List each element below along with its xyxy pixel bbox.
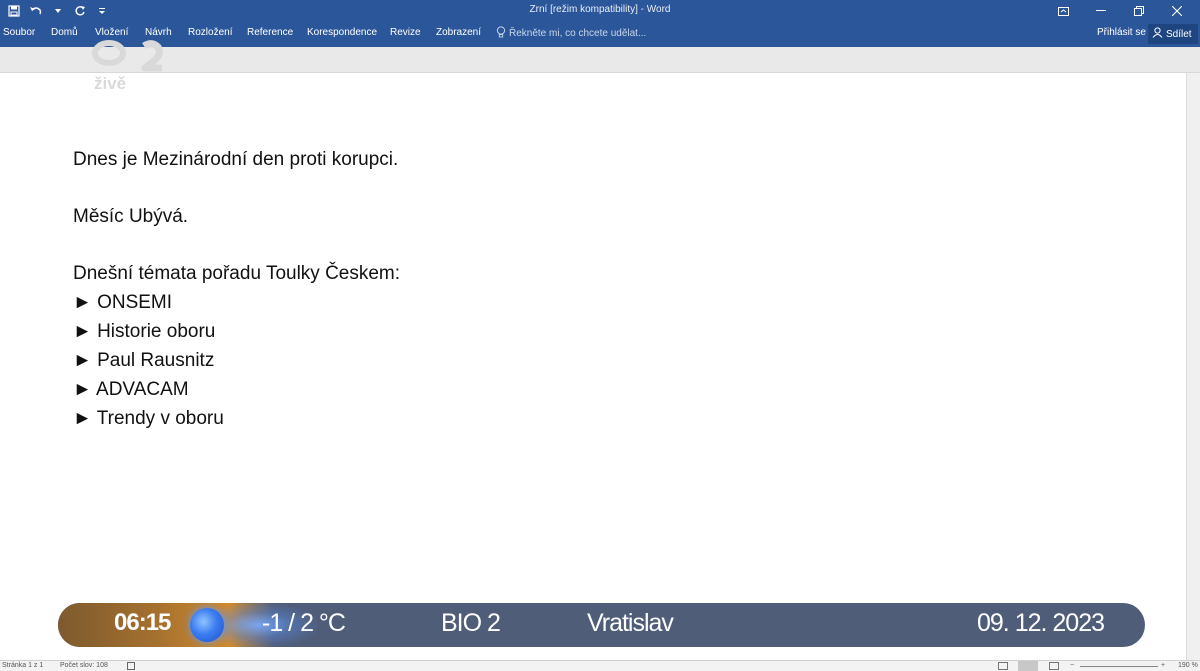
read-mode-icon[interactable] [998, 662, 1008, 671]
ribbon-display-options-icon[interactable] [1044, 0, 1082, 22]
tell-me-box[interactable]: Řekněte mi, co chcete udělat... [496, 26, 646, 41]
share-label: Sdílet [1166, 28, 1192, 40]
document-heading: Dnešní témata pořadu Toulky Českem: [73, 263, 401, 284]
page-count[interactable]: Stránka 1 z 1 [2, 662, 43, 669]
tell-me-placeholder: Řekněte mi, co chcete udělat... [509, 28, 647, 39]
tab-view[interactable]: Zobrazení [436, 27, 481, 38]
tab-file[interactable]: Soubor [3, 27, 35, 38]
person-icon [1152, 27, 1163, 41]
ticker-location: Vratislav [587, 609, 674, 637]
weather-orb-icon [190, 608, 224, 642]
tab-home[interactable]: Domů [51, 27, 78, 38]
window-title: Zrní [režim kompatibility] - Word [529, 4, 671, 15]
list-item: ► ONSEMI [73, 292, 173, 313]
restore-icon[interactable] [1120, 0, 1158, 22]
vertical-scrollbar[interactable] [1186, 73, 1200, 660]
zoom-in-icon[interactable]: + [1161, 662, 1165, 669]
lightbulb-icon [496, 26, 506, 41]
tab-references[interactable]: Reference [247, 27, 293, 38]
ruler-area [0, 47, 1200, 73]
web-layout-icon[interactable] [1049, 662, 1059, 671]
zoom-out-icon[interactable]: − [1070, 662, 1074, 669]
list-item: ► Paul Rausnitz [73, 350, 215, 371]
share-button[interactable]: Sdílet [1148, 24, 1198, 44]
proofing-icon[interactable] [127, 662, 136, 671]
ribbon-tabs: Soubor Domů Vložení Návrh Rozložení Refe… [0, 22, 1200, 47]
list-item: ► ADVACAM [73, 379, 189, 400]
ticker-channel: BIO 2 [441, 609, 501, 637]
minimize-icon[interactable] [1082, 0, 1120, 22]
word-count[interactable]: Počet slov: 108 [60, 662, 108, 669]
tab-layout[interactable]: Rozložení [188, 27, 232, 38]
ticker-time: 06:15 [114, 609, 171, 636]
list-item: ► Historie oboru [73, 321, 216, 342]
list-item: ► Trendy v oboru [73, 408, 224, 429]
ticker-date: 09. 12. 2023 [977, 609, 1105, 637]
tv-ticker: 06:15 -1 / 2 °C BIO 2 Vratislav 09. 12. … [58, 603, 1145, 647]
close-icon[interactable] [1158, 0, 1196, 22]
zoom-level[interactable]: 190 % [1178, 662, 1198, 669]
title-bar: Zrní [režim kompatibility] - Word [0, 0, 1200, 22]
status-bar: Stránka 1 z 1 Počet slov: 108 − + 190 % [0, 660, 1200, 671]
print-layout-icon[interactable] [1018, 661, 1038, 671]
document-page[interactable]: Dnes je Mezinárodní den proti korupci. M… [0, 73, 1186, 660]
zoom-slider[interactable] [1080, 666, 1158, 667]
document-line-1: Dnes je Mezinárodní den proti korupci. [73, 149, 399, 170]
sign-in-link[interactable]: Přihlásit se [1097, 27, 1146, 38]
ticker-temperature: -1 / 2 °C [262, 609, 346, 637]
window-controls [1044, 0, 1196, 22]
tab-review[interactable]: Revize [390, 27, 421, 38]
tab-mailings[interactable]: Korespondence [307, 27, 377, 38]
document-line-2: Měsíc Ubývá. [73, 206, 189, 227]
channel-logo-text: živě [94, 74, 127, 93]
